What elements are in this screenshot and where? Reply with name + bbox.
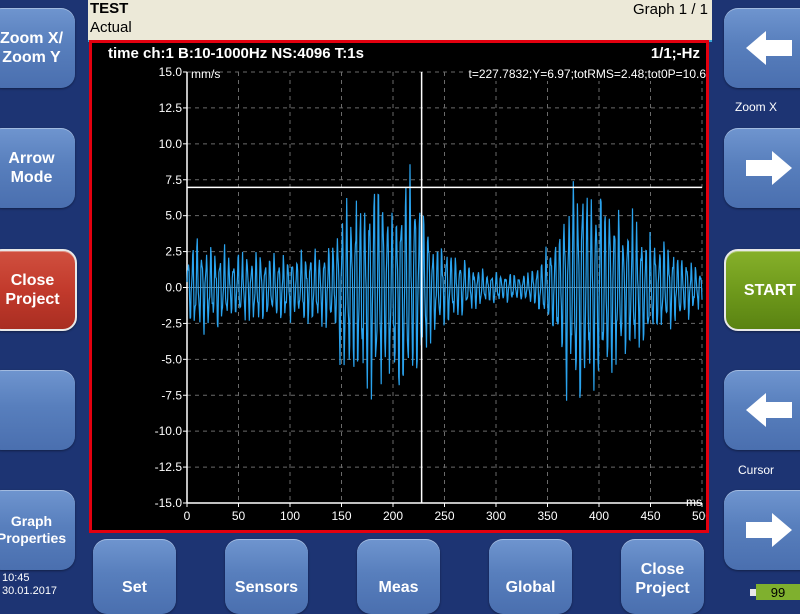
zoom-xy-label: Zoom X/ Zoom Y bbox=[0, 30, 64, 66]
y-tick-label: 0.0 bbox=[165, 281, 182, 295]
x-tick-label: 0 bbox=[184, 509, 191, 523]
project-subtitle: Actual bbox=[90, 19, 132, 36]
graph-properties-button[interactable]: Graph Properties bbox=[0, 490, 75, 570]
set-label: Set bbox=[122, 579, 147, 596]
zoom-x-label: Zoom X bbox=[735, 100, 778, 114]
project-title: TEST bbox=[90, 0, 129, 17]
set-button[interactable]: Set bbox=[93, 539, 176, 614]
y-tick-label: 2.5 bbox=[165, 245, 182, 259]
y-tick-label: -15.0 bbox=[155, 496, 183, 510]
y-unit-label: mm/s bbox=[191, 67, 221, 81]
close-project-bottom-button[interactable]: Close Project bbox=[621, 539, 704, 614]
clock: 10:45 30.01.2017 bbox=[2, 572, 57, 598]
global-label: Global bbox=[505, 579, 556, 596]
x-tick-label: 350 bbox=[537, 509, 557, 523]
header-bar: TEST Actual Graph 1 / 1 bbox=[88, 0, 712, 42]
date-text: 30.01.2017 bbox=[2, 585, 58, 597]
arrow-left-icon bbox=[746, 393, 792, 427]
x-tick-label: 200 bbox=[383, 509, 403, 523]
y-tick-label: -2.5 bbox=[161, 316, 182, 330]
x-unit-label: ms bbox=[686, 495, 702, 509]
x-tick-label: 50 bbox=[232, 509, 246, 523]
sensors-button[interactable]: Sensors bbox=[225, 539, 308, 614]
graph-panel[interactable]: time ch:1 B:10-1000Hz NS:4096 T:1s 1/1;-… bbox=[89, 40, 709, 533]
arrow-mode-label: Arrow Mode bbox=[8, 150, 55, 186]
y-tick-label: -10.0 bbox=[155, 424, 183, 438]
y-tick-label: -12.5 bbox=[155, 460, 183, 474]
start-button[interactable]: START bbox=[724, 249, 800, 331]
arrow-left-icon bbox=[746, 31, 792, 65]
x-tick-label: 150 bbox=[331, 509, 351, 523]
battery-indicator: 99 bbox=[756, 584, 800, 600]
blank-side-button[interactable] bbox=[0, 370, 75, 450]
graph-properties-label: Graph Properties bbox=[0, 513, 67, 546]
x-tick-label: 500 bbox=[692, 509, 706, 523]
zoom-x-left-button[interactable] bbox=[724, 8, 800, 88]
y-tick-label: -7.5 bbox=[161, 388, 182, 402]
cursor-right-button[interactable] bbox=[724, 490, 800, 570]
cursor-label: Cursor bbox=[738, 463, 775, 477]
y-tick-label: 12.5 bbox=[159, 101, 183, 115]
x-tick-label: 100 bbox=[280, 509, 300, 523]
close-project-side-label: Close Project bbox=[5, 272, 60, 308]
meas-label: Meas bbox=[378, 579, 419, 596]
zoom-xy-button[interactable]: Zoom X/ Zoom Y bbox=[0, 8, 75, 88]
graph-indicator: Graph 1 / 1 bbox=[632, 1, 708, 18]
close-project-bottom-label: Close Project bbox=[635, 561, 690, 597]
y-tick-label: 7.5 bbox=[165, 173, 182, 187]
cursor-readout: t=227.7832;Y=6.97;totRMS=2.48;tot0P=10.6 bbox=[466, 67, 706, 81]
cursor-left-button[interactable] bbox=[724, 370, 800, 450]
x-tick-label: 450 bbox=[640, 509, 660, 523]
y-tick-label: 10.0 bbox=[159, 137, 183, 151]
arrow-right-icon bbox=[746, 513, 792, 547]
arrow-mode-button[interactable]: Arrow Mode bbox=[0, 128, 75, 208]
close-project-side-button[interactable]: Close Project bbox=[0, 249, 77, 331]
x-tick-label: 250 bbox=[434, 509, 454, 523]
x-tick-label: 300 bbox=[486, 509, 506, 523]
start-label: START bbox=[743, 281, 797, 299]
time-text: 10:45 bbox=[2, 572, 30, 584]
y-tick-label: 15.0 bbox=[159, 65, 183, 79]
arrow-right-icon bbox=[746, 151, 792, 185]
global-button[interactable]: Global bbox=[489, 539, 572, 614]
y-tick-label: 5.0 bbox=[165, 209, 182, 223]
zoom-x-right-button[interactable] bbox=[724, 128, 800, 208]
sensors-label: Sensors bbox=[234, 579, 299, 596]
x-tick-label: 400 bbox=[589, 509, 609, 523]
meas-button[interactable]: Meas bbox=[357, 539, 440, 614]
waveform-plot[interactable]: 0 50 100 150 200 250 300 350 400 450 500 15.0 12.5 10… bbox=[92, 43, 706, 530]
y-tick-label: -5.0 bbox=[161, 352, 182, 366]
